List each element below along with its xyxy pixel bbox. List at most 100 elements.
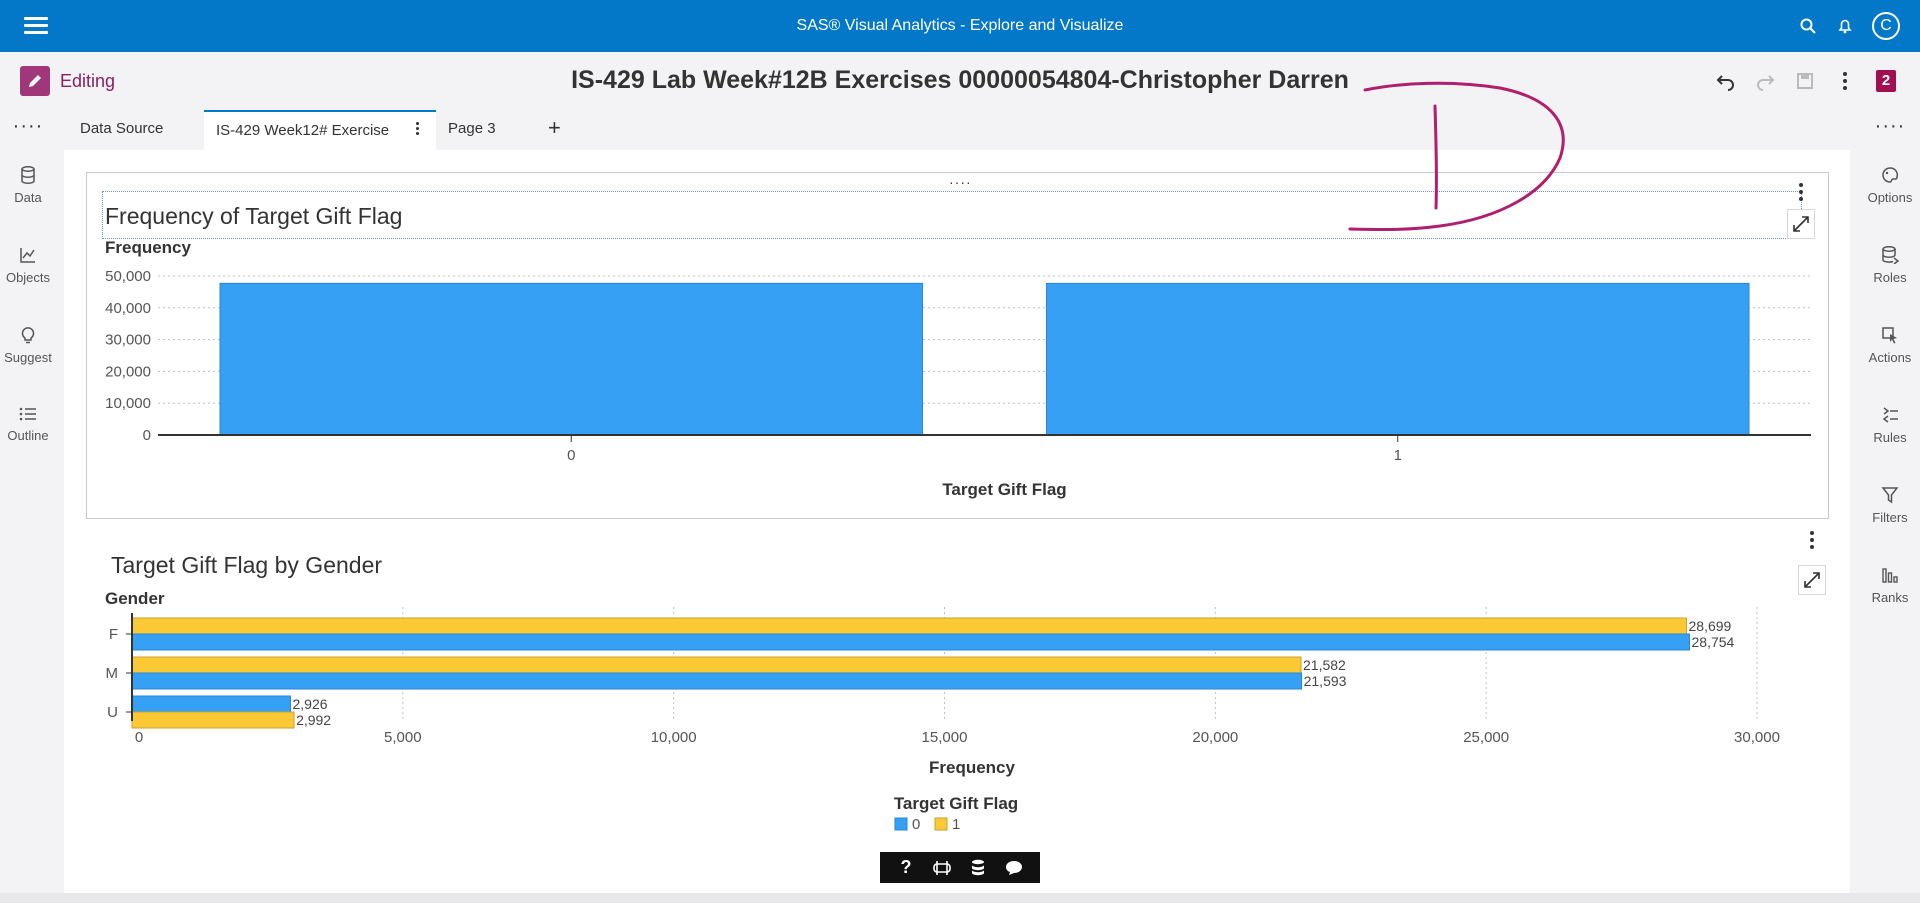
lightbulb-icon	[21, 327, 35, 344]
report-header: Editing IS-429 Lab Week#12B Exercises 00…	[0, 52, 1920, 108]
data-label: 2,926	[292, 696, 327, 712]
right-rail-item-rules[interactable]: Rules	[1860, 406, 1920, 445]
x-tick-label: 15,000	[922, 729, 968, 746]
tab-menu-icon[interactable]	[416, 122, 420, 136]
save-icon[interactable]	[1792, 68, 1818, 94]
data-label: 28,754	[1692, 634, 1735, 650]
y-tick-label: F	[109, 626, 118, 643]
x-axis-title: Target Gift Flag	[942, 480, 1066, 499]
bar	[219, 282, 924, 436]
data-label: 21,593	[1304, 673, 1347, 689]
help-icon[interactable]: ?	[893, 856, 919, 880]
chart-title-gender: Target Gift Flag by Gender	[111, 552, 383, 578]
x-tick-label: 10,000	[651, 729, 697, 746]
y-tick-label: 40,000	[105, 300, 151, 317]
y-tick-label: 0	[143, 427, 151, 444]
y-tick-label: 20,000	[105, 363, 151, 380]
gender-chart-svg: Gender 0 5,000 10,000 15,000 20,000 25,000 30,0…	[105, 589, 1780, 833]
left-rail-item-objects[interactable]: Objects	[0, 246, 56, 285]
y-tick-label: 50,000	[105, 268, 151, 285]
y-tick-label: M	[106, 665, 119, 682]
right-rail-item-actions[interactable]: Actions	[1860, 326, 1920, 365]
left-pane-rail: ···· Data Objects Suggest Outline	[0, 108, 56, 903]
tab-label: IS-429 Week12# Exercise	[216, 122, 390, 139]
right-rail-more-icon[interactable]: ····	[1860, 116, 1920, 136]
chart-title: Frequency of Target Gift Flag	[105, 203, 403, 229]
legend-label: 0	[912, 816, 920, 833]
filter-icon	[1881, 487, 1899, 504]
right-rail-label: Filters	[1872, 510, 1908, 525]
right-rail-item-options[interactable]: Options	[1860, 166, 1920, 205]
tab-is429-week12-exercise[interactable]: IS-429 Week12# Exercise	[204, 110, 436, 150]
legend-label: 1	[952, 816, 960, 833]
undo-icon[interactable]	[1713, 68, 1739, 94]
page-footer-strip	[0, 893, 1920, 903]
fitness-icon[interactable]	[929, 856, 955, 880]
right-rail-item-ranks[interactable]: Ranks	[1860, 566, 1920, 605]
x-tick-label: 5,000	[384, 729, 422, 746]
left-rail-item-data[interactable]: Data	[0, 166, 56, 205]
x-tick-label: 30,000	[1734, 729, 1780, 746]
right-rail-label: Rules	[1873, 430, 1907, 445]
left-rail-item-outline[interactable]: Outline	[0, 406, 56, 443]
app-bar: SAS® Visual Analytics - Explore and Visu…	[0, 0, 1920, 52]
right-rail-item-filters[interactable]: Filters	[1860, 486, 1920, 525]
add-page-icon[interactable]: +	[536, 110, 573, 150]
legend-swatch	[934, 817, 948, 831]
x-axis-title: Frequency	[929, 758, 1016, 777]
database-icon	[21, 166, 35, 184]
bar	[131, 695, 291, 713]
chat-icon[interactable]	[1001, 856, 1027, 880]
more-options-icon[interactable]	[1832, 68, 1858, 94]
data-label: 28,699	[1689, 618, 1732, 634]
line-chart-icon	[20, 248, 35, 263]
bar	[131, 656, 1302, 674]
rules-icon	[1882, 407, 1898, 423]
left-rail-more-icon[interactable]: ····	[0, 116, 56, 136]
bell-icon[interactable]	[1833, 14, 1857, 38]
left-rail-label: Suggest	[4, 350, 52, 365]
data-stack-icon[interactable]	[965, 856, 991, 880]
notification-badge[interactable]: 2	[1876, 70, 1896, 92]
x-tick-label: 1	[1394, 447, 1402, 464]
x-tick-label: 0	[135, 729, 143, 746]
y-axis-title: Gender	[105, 589, 165, 608]
user-avatar[interactable]: C	[1872, 12, 1900, 40]
database-roles-icon	[1882, 246, 1899, 264]
bar	[131, 617, 1688, 635]
x-tick-label: 20,000	[1192, 729, 1238, 746]
bar	[1045, 282, 1750, 436]
bar	[131, 633, 1691, 651]
bar	[131, 711, 295, 729]
left-rail-label: Data	[14, 190, 42, 205]
object-menu-icon[interactable]	[1787, 177, 1815, 207]
right-rail-label: Ranks	[1871, 590, 1909, 605]
right-rail-label: Actions	[1868, 350, 1912, 365]
tab-data-source[interactable]: Data Source	[68, 110, 175, 150]
app-title: SAS® Visual Analytics - Explore and Visu…	[796, 17, 1124, 34]
handwritten-d-annotation	[1348, 81, 1565, 232]
data-label: 21,582	[1303, 657, 1346, 673]
drag-handle-icon[interactable]: ····	[949, 175, 972, 189]
right-rail-item-roles[interactable]: Roles	[1860, 246, 1920, 285]
pointer-icon	[1882, 327, 1897, 344]
left-rail-label: Objects	[5, 270, 51, 285]
list-icon	[19, 407, 36, 421]
left-rail-item-suggest[interactable]: Suggest	[0, 326, 56, 365]
x-tick-label: 0	[567, 447, 575, 464]
frequency-chart-svg: Frequency 0 10,000 20,000 30,000 40,000 50,000…	[105, 238, 1811, 499]
y-tick-label: 30,000	[105, 332, 151, 349]
left-rail-label: Outline	[7, 428, 49, 443]
y-axis-title: Frequency	[105, 238, 192, 257]
search-icon[interactable]	[1796, 14, 1820, 38]
page-tabs: Data Source IS-429 Week12# Exercise Page…	[56, 108, 1860, 150]
y-tick-label: U	[107, 704, 118, 721]
tab-page-3[interactable]: Page 3	[436, 110, 508, 150]
x-tick-label: 25,000	[1463, 729, 1509, 746]
redo-icon[interactable]	[1752, 68, 1778, 94]
legend-swatch	[894, 817, 908, 831]
right-rail-label: Roles	[1873, 270, 1907, 285]
object-menu-icon[interactable]	[1798, 525, 1826, 555]
y-tick-label: 10,000	[105, 395, 151, 412]
ranks-icon	[1882, 568, 1898, 583]
